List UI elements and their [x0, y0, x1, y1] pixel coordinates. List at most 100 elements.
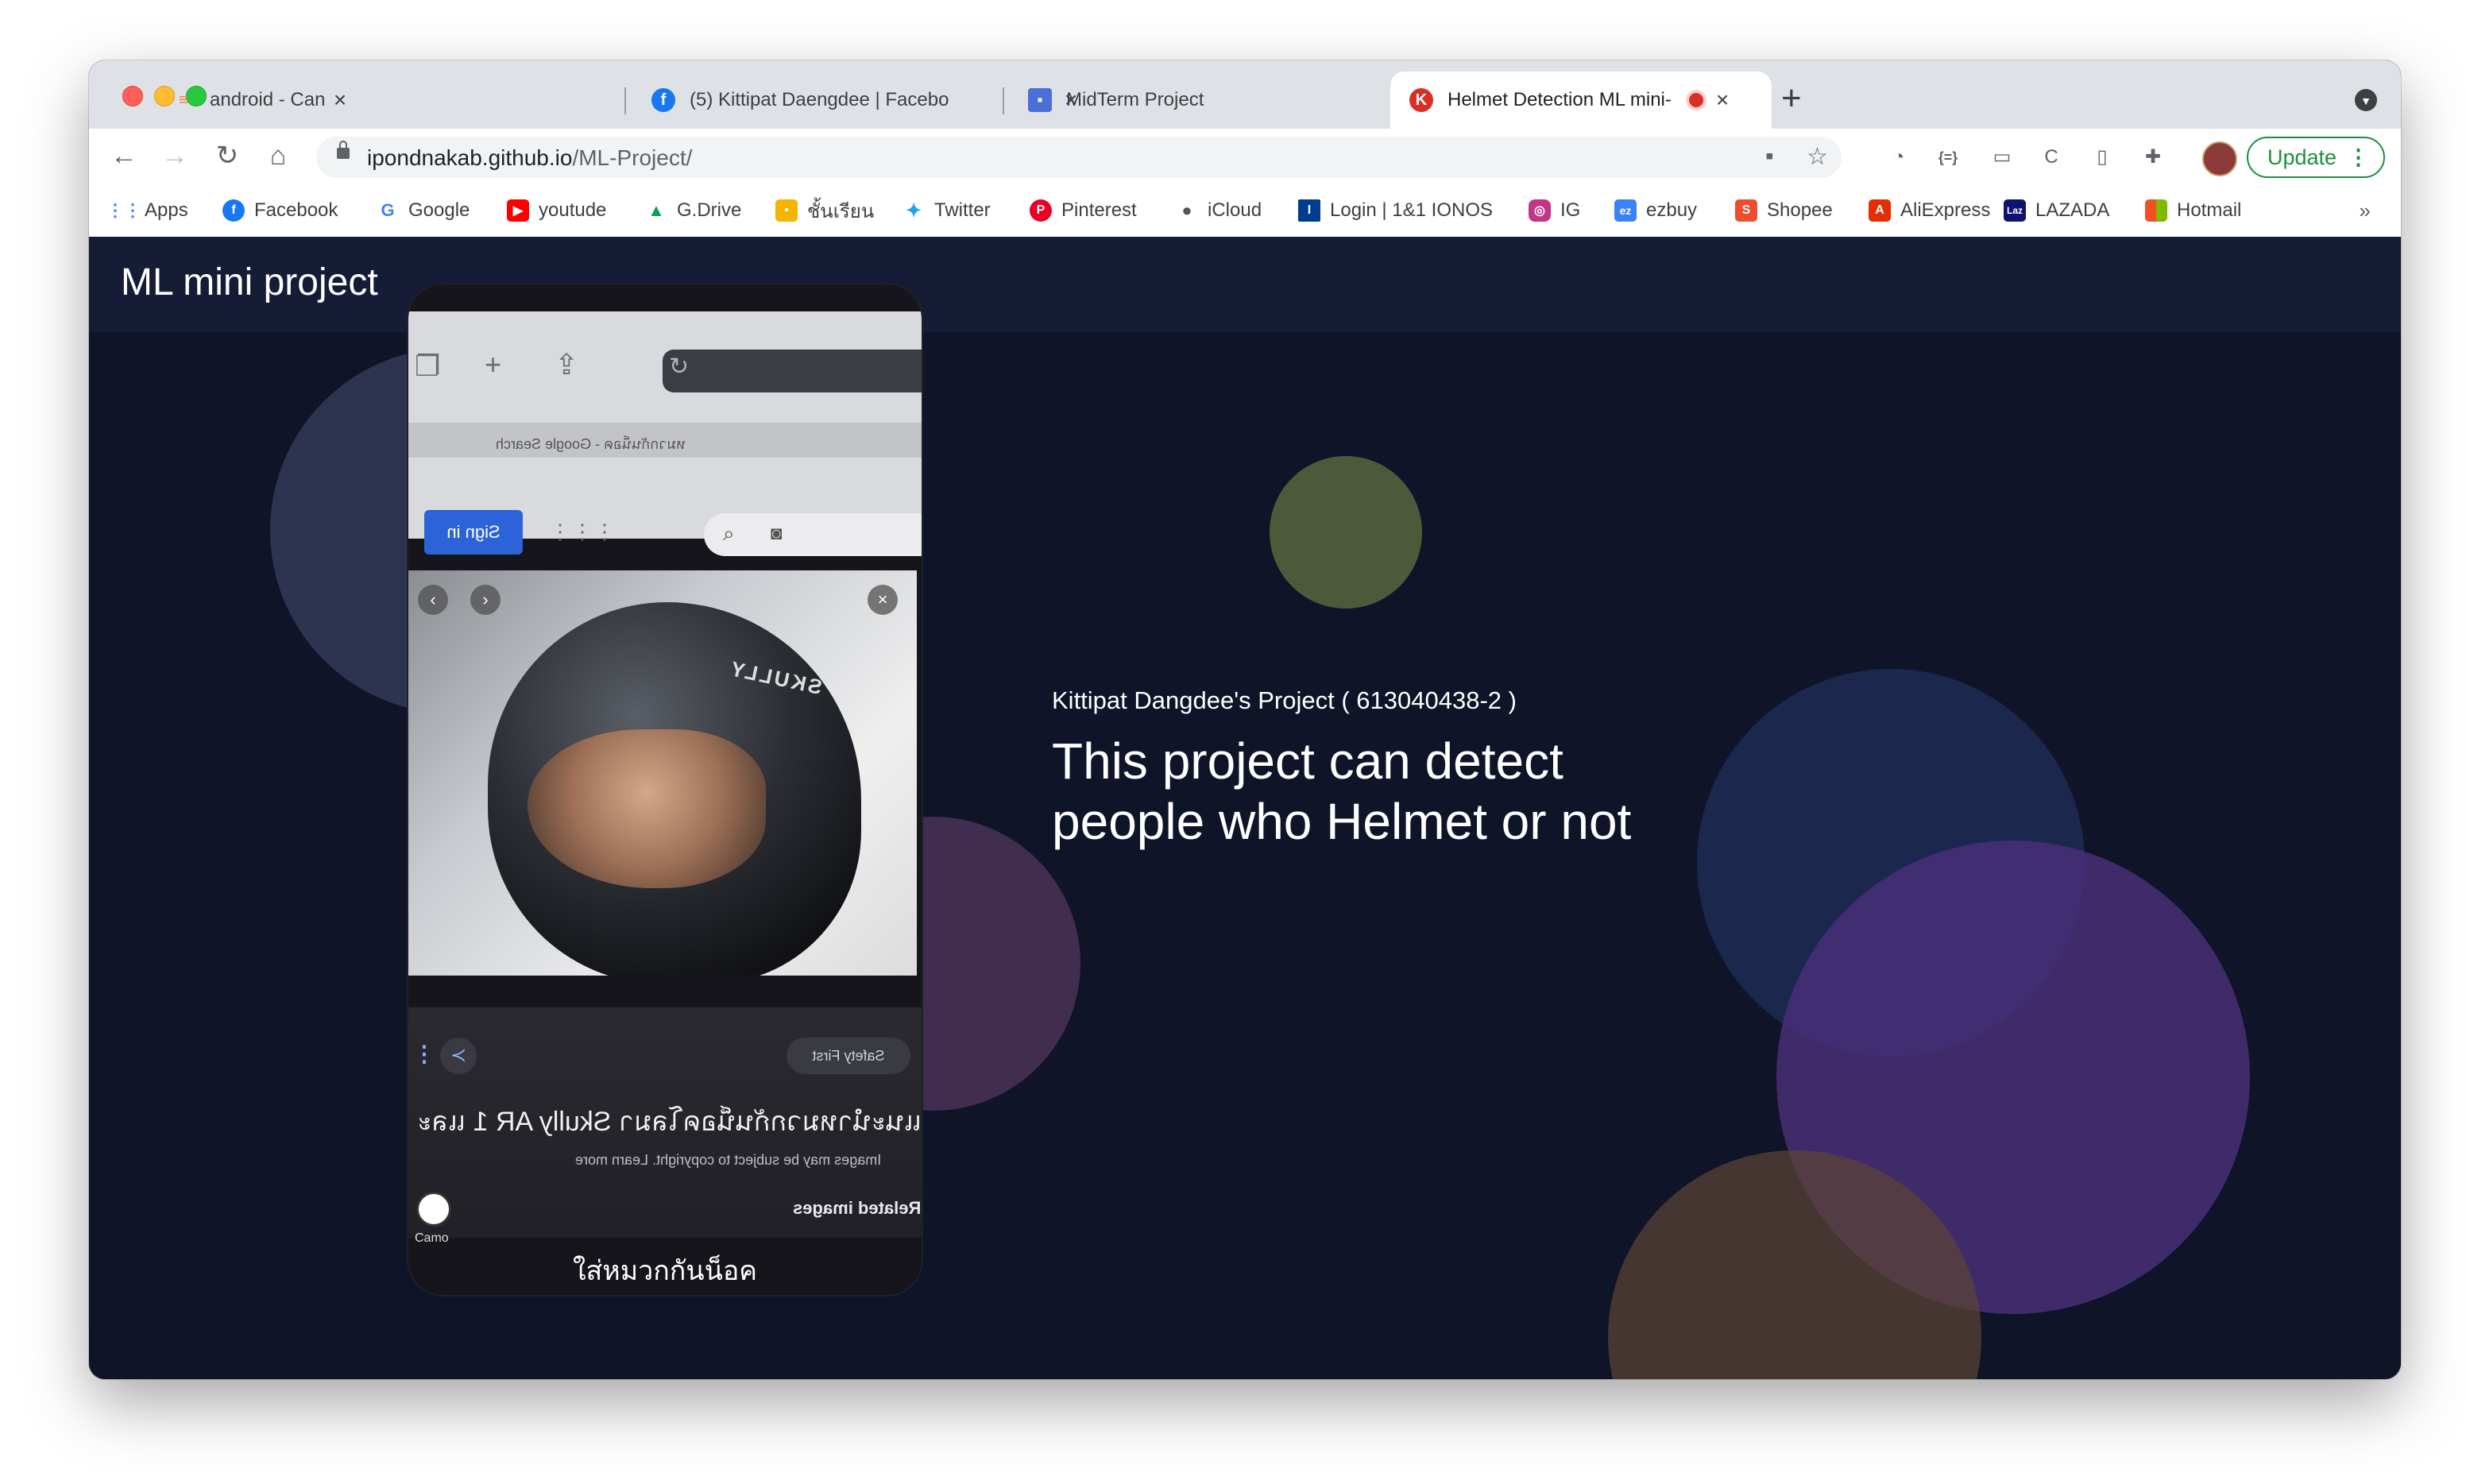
tab-strip: ≡ android - Can I edit the text of × f (…	[89, 60, 2401, 129]
shopee-icon: S	[1735, 199, 1757, 222]
lock-icon	[337, 141, 350, 159]
camera-icon[interactable]: ▪	[1765, 143, 1774, 170]
tabs-icon: ❐	[415, 350, 441, 382]
url-path: /ML-Project/	[572, 145, 693, 170]
captured-search-box: ⌕ ◙	[704, 513, 922, 556]
ionos-icon: I	[1298, 199, 1320, 222]
bookmark-lazada[interactable]: Laz LAZADA	[2004, 197, 2109, 224]
aliexpress-icon: A	[1869, 199, 1891, 222]
headline-line-2: people who Helmet or not	[1052, 793, 1632, 850]
speedometer-icon[interactable]: ◔	[1886, 145, 1911, 170]
camera-icon: ◙	[771, 523, 783, 544]
apple-icon: ●	[1181, 200, 1192, 220]
forward-arrow-icon[interactable]: →	[157, 138, 192, 173]
star-icon[interactable]: ☆	[1807, 143, 1828, 171]
captured-result-title: แนะนำหมวกกันน็อคโลมา Skully AR 1 และ Cr.…	[408, 1107, 922, 1137]
helmet-photo: SKULLY ‹ › ×	[408, 570, 917, 976]
facebook-icon: f	[222, 199, 245, 222]
home-icon[interactable]: ⌂	[261, 138, 296, 173]
microsoft-icon	[2145, 199, 2167, 222]
project-headline: This project can detect people who Helme…	[1052, 731, 1767, 852]
bookmark-label: Facebook	[254, 199, 338, 221]
bookmark-google[interactable]: G Google	[377, 197, 470, 224]
google-icon: G	[381, 200, 395, 220]
profile-avatar[interactable]	[2202, 141, 2237, 176]
json-viewer-icon[interactable]: {=}	[1935, 145, 1961, 170]
bookmark-classroom[interactable]: ▪ ชั้นเรียน	[775, 197, 874, 224]
site-title[interactable]: ML mini project	[121, 261, 378, 304]
twitter-icon: ✦	[905, 199, 922, 222]
bookmark-label: Google	[408, 199, 470, 221]
captured-related: Related images	[793, 1198, 922, 1218]
puzzle-icon[interactable]: ✚	[2140, 145, 2166, 170]
line-icon[interactable]: ▭	[1989, 145, 2015, 170]
plus-icon: +	[485, 348, 502, 381]
ezbuy-icon: ez	[1614, 199, 1637, 222]
bookmark-label: ezbuy	[1646, 199, 1698, 221]
classroom-icon: ▪	[775, 199, 798, 222]
tab-search-icon[interactable]: ▼	[2355, 89, 2377, 111]
close-icon: ×	[868, 585, 898, 615]
bookmark-facebook[interactable]: f Facebook	[222, 197, 338, 224]
chevron-left-icon: ‹	[418, 585, 448, 615]
decorative-circle	[1270, 456, 1422, 609]
url-host: ipondnakab.github.io	[367, 145, 573, 170]
bookmark-twitter[interactable]: ✦ Twitter	[903, 197, 991, 224]
project-subtitle: Kittipat Dangdee's Project ( 613040438-2…	[1052, 686, 1517, 714]
new-tab-button[interactable]: +	[1781, 81, 1802, 116]
url-text[interactable]: ipondnakab.github.io/ML-Project/	[367, 145, 692, 171]
menu-icon[interactable]: ⋮	[2348, 138, 2369, 176]
page-content: ML mini project ❐ + ⇪ ↻ หมวกกันน็อค - Go…	[89, 237, 2401, 1379]
bookmark-label: Shopee	[1767, 199, 1833, 221]
prediction-label: ใส่หมวกกันน็อค	[572, 1256, 758, 1286]
captured-copyright: Images may be subject to copyright. Lear…	[575, 1152, 882, 1168]
recording-icon	[1686, 90, 1706, 110]
css-extension-icon[interactable]: C	[2039, 145, 2064, 170]
lazada-icon: Laz	[2004, 199, 2026, 222]
safety-first-chip: Safety First	[787, 1038, 910, 1074]
k-site-icon: K	[1409, 88, 1433, 112]
apps-grid-icon: ⋮⋮⋮	[550, 520, 616, 543]
bookmark-pinterest[interactable]: P Pinterest	[1030, 197, 1137, 224]
tab-helmet-detection[interactable]: K Helmet Detection ML mini- ×	[1390, 71, 1772, 129]
tab-title: (5) Kittipat Daengdee | Facebo	[690, 89, 949, 110]
captured-address-bar: ↻	[663, 350, 922, 392]
bookmark-label: ชั้นเรียน	[807, 200, 875, 222]
bookmark-label: Apps	[145, 199, 188, 221]
bookmark-icloud[interactable]: ● iCloud	[1176, 197, 1262, 224]
share-icon: ≺	[440, 1038, 477, 1074]
toolbar: ← → ↻ ⌂ ipondnakab.github.io/ML-Project/…	[89, 129, 2401, 184]
update-label: Update	[2267, 145, 2337, 169]
tab-title: Helmet Detection ML mini-	[1448, 89, 1672, 110]
address-bar[interactable]: ipondnakab.github.io/ML-Project/ ▪ ☆	[316, 137, 1842, 178]
bookmark-apps[interactable]: ⋮⋮ Apps	[106, 197, 188, 224]
update-button[interactable]: Update ⋮	[2247, 137, 2385, 178]
bookmark-hotmail[interactable]: Hotmail	[2145, 197, 2241, 224]
bookmark-gdrive[interactable]: ▲ G.Drive	[645, 197, 741, 224]
youtube-icon: ▶	[507, 199, 529, 222]
back-arrow-icon[interactable]: ←	[106, 138, 141, 173]
tab-divider	[1003, 87, 1004, 114]
bookmark-aliexpress[interactable]: A AliExpress	[1869, 197, 1990, 224]
bookmark-label: IG	[1560, 199, 1581, 221]
bookmark-ezbuy[interactable]: ez ezbuy	[1614, 197, 1697, 224]
captured-browser: ❐ + ⇪ ↻ หมวกกันน็อค - Google Search Sign…	[408, 311, 922, 556]
reload-icon[interactable]: ↻	[210, 138, 245, 173]
more-icon: ⋮	[413, 1042, 435, 1066]
document-icon[interactable]: ▯	[2089, 145, 2115, 170]
bookmarks-overflow-icon[interactable]: »	[2360, 199, 2371, 223]
close-window-button[interactable]	[122, 86, 143, 106]
bookmark-label: youtude	[539, 199, 607, 221]
camo-label: Camo	[415, 1231, 449, 1245]
share-icon: ⇪	[555, 348, 579, 381]
pinterest-icon: P	[1030, 199, 1052, 222]
bookmark-shopee[interactable]: S Shopee	[1735, 197, 1833, 224]
tab-close-icon[interactable]: ×	[1706, 87, 1738, 113]
bookmark-label: LAZADA	[2035, 199, 2110, 221]
tab-close-icon[interactable]: ×	[324, 87, 356, 113]
tab-title: android - Can I edit the text of	[210, 89, 324, 110]
bookmark-ionos[interactable]: I Login | 1&1 IONOS	[1298, 197, 1493, 224]
tab-stackoverflow[interactable]: ≡ android - Can I edit the text of ×	[153, 71, 356, 129]
bookmark-youtube[interactable]: ▶ youtude	[507, 197, 606, 224]
bookmark-instagram[interactable]: ◎ IG	[1529, 197, 1580, 224]
